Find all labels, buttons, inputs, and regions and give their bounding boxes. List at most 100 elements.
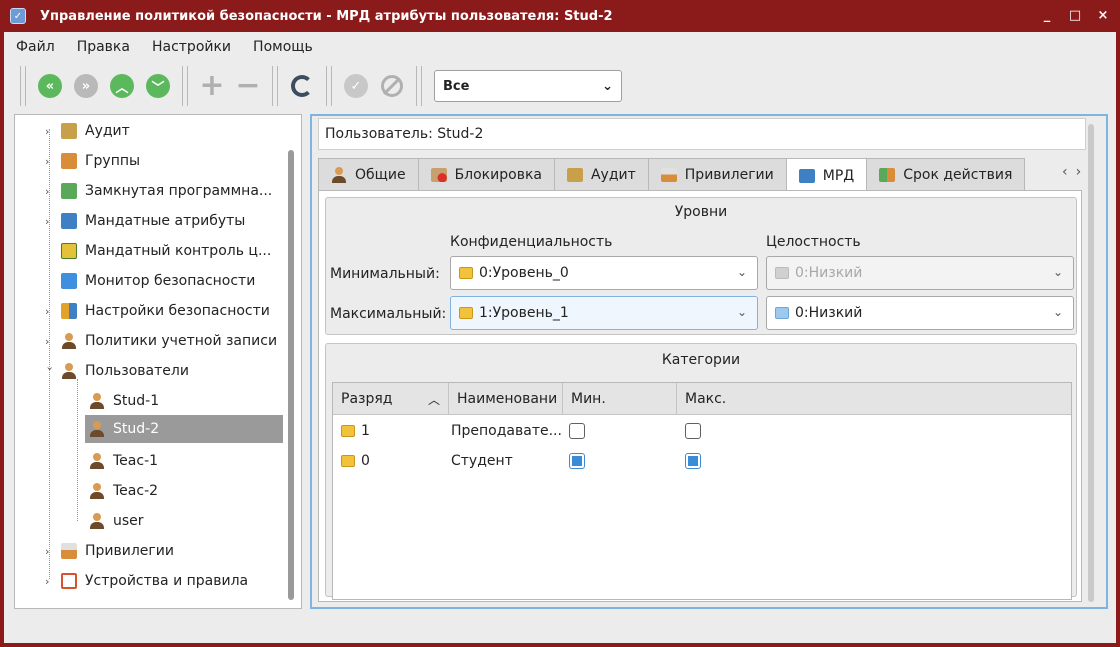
lock-icon [61, 273, 77, 289]
column-header-label: Мин. [571, 391, 606, 407]
tab-label: Срок действия [903, 166, 1013, 183]
tab-audit[interactable]: Аудит [553, 158, 649, 190]
tree-item-mandatory-control[interactable]: Мандатный контроль ц... [45, 237, 271, 265]
tab-scroll-right-icon[interactable]: › [1076, 164, 1082, 180]
user-icon [89, 453, 105, 469]
first-button[interactable]: « [37, 73, 63, 99]
chevron-right-icon[interactable]: › [45, 125, 55, 138]
last-button[interactable]: » [73, 73, 99, 99]
tab-label: Привилегии [684, 166, 774, 183]
tab-mrd[interactable]: МРД [785, 158, 868, 192]
column-header-label: Макс. [685, 391, 727, 407]
chevron-right-icon[interactable]: › [45, 305, 55, 318]
tree-item-teac-1[interactable]: Teac-1 [85, 447, 285, 475]
integrity-header: Целостность [766, 234, 861, 250]
tree-item-stud-2[interactable]: Stud-2 [85, 415, 283, 443]
tab-lock[interactable]: Блокировка [417, 158, 555, 190]
chevron-right-icon[interactable]: › [45, 575, 55, 588]
apply-button[interactable]: ✓ [343, 73, 369, 99]
column-header-name[interactable]: Наименовани [449, 383, 563, 415]
minimum-label: Минимальный: [330, 266, 440, 282]
close-button[interactable]: × [1096, 8, 1110, 23]
max-confidentiality-select[interactable]: 1:Уровень_1 ⌄ [450, 296, 758, 330]
panel-scrollbar[interactable] [1088, 124, 1094, 602]
column-header-bit[interactable]: Разряд ︿ [333, 383, 449, 415]
tab-scroll-left-icon[interactable]: ‹ [1062, 164, 1068, 180]
tree-item-account-policy[interactable]: › Политики учетной записи [45, 327, 277, 355]
max-checkbox[interactable] [685, 453, 701, 469]
remove-button[interactable]: − [235, 71, 261, 101]
max-checkbox[interactable] [685, 423, 701, 439]
tree-item-label: Аудит [85, 123, 130, 139]
audit-icon [566, 167, 583, 182]
column-header-max[interactable]: Макс. [677, 383, 1071, 415]
title-bar: ✓ Управление политикой безопасности - МР… [4, 0, 1116, 32]
double-right-icon: » [74, 74, 98, 98]
tree-item-audit[interactable]: › Аудит [45, 117, 130, 145]
min-confidentiality-select[interactable]: 0:Уровень_0 ⌄ [450, 256, 758, 290]
shield-icon: ✓ [10, 8, 26, 24]
min-checkbox[interactable] [569, 453, 585, 469]
max-integrity-value: 0:Низкий [795, 305, 863, 321]
tree-item-privileges[interactable]: › Привилегии [45, 537, 174, 565]
integrity-icon [775, 267, 789, 279]
add-button[interactable]: + [199, 71, 225, 101]
level-icon [459, 307, 473, 319]
menu-file[interactable]: Файл [16, 39, 55, 55]
tab-expiry[interactable]: Срок действия [866, 158, 1026, 190]
tree-item-label: Политики учетной записи [85, 333, 278, 349]
groups-icon [61, 153, 77, 169]
table-row[interactable]: 0 Студент [333, 447, 1071, 475]
menu-help[interactable]: Помощь [253, 39, 313, 55]
cancel-button[interactable] [379, 73, 405, 99]
chevron-down-icon[interactable]: › [44, 366, 57, 376]
filter-select[interactable]: Все ⌄ [434, 70, 622, 102]
down-button[interactable]: ﹀ [145, 73, 171, 99]
min-integrity-select[interactable]: 0:Низкий ⌄ [766, 256, 1074, 290]
privileges-icon [660, 167, 677, 182]
tree-item-stud-1[interactable]: Stud-1 [85, 387, 285, 415]
tree-item-groups[interactable]: › Группы [45, 147, 140, 175]
min-checkbox-cell [569, 447, 585, 475]
mrd-icon [798, 168, 815, 183]
column-header-min[interactable]: Мин. [563, 383, 677, 415]
minimize-button[interactable]: _ [1040, 8, 1054, 23]
chevron-right-icon[interactable]: › [45, 185, 55, 198]
tree-scrollbar[interactable] [288, 150, 294, 600]
max-integrity-select[interactable]: 0:Низкий ⌄ [766, 296, 1074, 330]
integrity-icon [775, 307, 789, 319]
maximize-button[interactable]: □ [1068, 8, 1082, 23]
tab-general[interactable]: Общие [318, 158, 419, 190]
tree-item-security-settings[interactable]: › Настройки безопасности [45, 297, 270, 325]
tree-item-security-monitor[interactable]: Монитор безопасности [45, 267, 255, 295]
chevron-down-icon: ⌄ [1052, 305, 1063, 319]
table-header: Разряд ︿ Наименовани Мин. Макс. [333, 383, 1071, 415]
menu-edit[interactable]: Правка [77, 39, 130, 55]
tab-scroll-buttons: ‹ › [1062, 164, 1081, 180]
tree-item-users[interactable]: › Пользователи [44, 357, 189, 385]
table-row[interactable]: 1 Преподавате... [333, 417, 1071, 445]
filter-select-value: Все [443, 78, 470, 94]
category-bit: 1 [341, 417, 370, 445]
chevron-right-icon[interactable]: › [45, 215, 55, 228]
category-name: Студент [451, 453, 513, 469]
tree-item-user[interactable]: user [85, 507, 285, 535]
tab-privileges[interactable]: Привилегии [647, 158, 787, 190]
refresh-button[interactable] [289, 73, 315, 99]
tree-item-closed-software[interactable]: › Замкнутая программна... [45, 177, 272, 205]
chevron-right-icon[interactable]: › [45, 335, 55, 348]
tree-item-label: Stud-2 [113, 421, 160, 437]
tree-item-devices[interactable]: › Устройства и правила [45, 567, 248, 595]
min-checkbox[interactable] [569, 423, 585, 439]
tree-item-teac-2[interactable]: Teac-2 [85, 477, 285, 505]
chevron-right-icon[interactable]: › [45, 155, 55, 168]
privileges-icon [61, 543, 77, 559]
up-button[interactable]: ︿ [109, 73, 135, 99]
min-integrity-value: 0:Низкий [795, 265, 863, 281]
navigation-tree: › Аудит › Группы › Замкнутая программна.… [14, 114, 302, 609]
tree-line [77, 379, 78, 521]
tree-item-label: Пользователи [85, 363, 189, 379]
tree-item-mandatory-attributes[interactable]: › Мандатные атрибуты [45, 207, 245, 235]
chevron-right-icon[interactable]: › [45, 545, 55, 558]
menu-settings[interactable]: Настройки [152, 39, 231, 55]
